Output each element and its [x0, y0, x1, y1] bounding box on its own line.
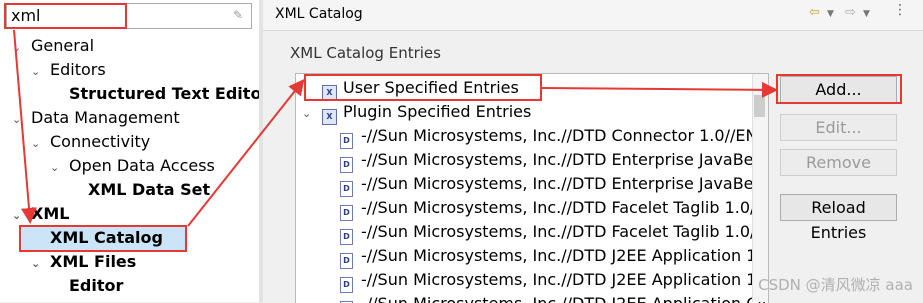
reload-entries-button[interactable]: Reload Entries	[780, 194, 897, 242]
tree-item-label: Structured Text Editors	[69, 84, 279, 103]
tree-item-connectivity[interactable]: ⌄ Connectivity	[31, 131, 150, 153]
back-menu-chevron-down-icon[interactable]: ▼	[827, 9, 834, 19]
catalog-entry-row[interactable]: D -//Sun Microsystems, Inc.//DTD Enterpri…	[296, 148, 769, 173]
catalog-entry-row[interactable]: D -//Sun Microsystems, Inc.//DTD J2EE App…	[296, 244, 769, 269]
tree-item-label: Data Management	[31, 108, 180, 127]
edit-button[interactable]: Edit...	[780, 114, 897, 141]
catalog-entry-row[interactable]: D -//Sun Microsystems, Inc.//DTD J2EE App…	[296, 268, 769, 293]
more-options-icon[interactable]: ⋮	[893, 2, 907, 18]
tree-item-xml-files[interactable]: ⌄ XML Files	[31, 251, 136, 273]
expand-chevron-icon[interactable]: ⌄	[31, 133, 45, 155]
dtd-file-icon: D	[340, 253, 353, 269]
dtd-file-icon: D	[340, 133, 353, 149]
catalog-category-row[interactable]: ⌄ X Plugin Specified Entries	[296, 100, 532, 126]
catalog-entry-label: Plugin Specified Entries	[343, 102, 532, 121]
annotation-box-user-entries	[304, 74, 542, 101]
catalog-entry-row[interactable]: D -//Sun Microsystems, Inc.//DTD Connecto…	[296, 124, 758, 149]
catalog-entry-label: -//Sun Microsystems, Inc.//DTD Enterpris…	[361, 150, 769, 169]
watermark: CSDN @清风微凉 aaa	[758, 276, 913, 294]
tree-item-label: General	[31, 36, 95, 55]
tree-item-label: XML Data Set	[88, 180, 211, 199]
tree-item-label: Open Data Access	[69, 156, 215, 175]
group-title: XML Catalog Entries	[290, 44, 441, 62]
tree-item-xml-data-set[interactable]: XML Data Set	[69, 179, 210, 201]
catalog-entry-label: -//Sun Microsystems, Inc.//DTD Facelet T…	[361, 198, 766, 217]
tree-item-label: XML Files	[50, 252, 137, 271]
catalog-entry-row[interactable]: D-//Sun Microsystems, Inc.//DTD J2EE App…	[296, 292, 766, 303]
forward-menu-chevron-down-icon[interactable]: ▼	[863, 9, 870, 19]
clear-filter-icon[interactable]: ✎	[233, 8, 247, 22]
catalog-folder-icon: X	[322, 109, 337, 125]
annotation-box-filter	[4, 3, 127, 29]
catalog-entry-label: -//Sun Microsystems, Inc.//DTD J2EE Appl…	[361, 246, 769, 265]
tree-item-label: XML	[31, 204, 70, 223]
tree-item-editors[interactable]: ⌄ Editors	[31, 59, 106, 81]
dtd-file-icon: D	[340, 277, 353, 293]
expand-chevron-icon[interactable]: ⌄	[12, 37, 26, 59]
expand-chevron-icon[interactable]: ⌄	[296, 102, 322, 126]
expand-chevron-icon[interactable]: ⌄	[12, 109, 26, 131]
remove-button[interactable]: Remove	[780, 149, 897, 176]
annotation-box-add	[776, 74, 902, 104]
tree-item-data-management[interactable]: ⌄ Data Management	[12, 107, 180, 129]
expand-chevron-icon[interactable]: ⌄	[31, 61, 45, 83]
catalog-entry-label: -//Sun Microsystems, Inc.//DTD Facelet T…	[361, 222, 766, 241]
tree-item-label: Editors	[50, 60, 106, 79]
scrollbar-thumb[interactable]	[754, 95, 765, 117]
dtd-file-icon: D	[340, 229, 353, 245]
page-title: XML Catalog	[275, 6, 363, 22]
catalog-entry-row[interactable]: D -//Sun Microsystems, Inc.//DTD Facelet …	[296, 196, 766, 221]
back-icon[interactable]: ⇦	[809, 5, 820, 20]
catalog-entry-row[interactable]: D -//Sun Microsystems, Inc.//DTD Enterpri…	[296, 172, 769, 197]
dtd-file-icon: D	[340, 181, 353, 197]
catalog-entry-label: -//Sun Microsystems, Inc.//DTD J2EE Appl…	[361, 270, 769, 289]
tree-item-general[interactable]: ⌄ General	[12, 35, 94, 57]
forward-icon[interactable]: ⇨	[845, 5, 856, 20]
dtd-file-icon: D	[340, 205, 353, 221]
catalog-entry-row[interactable]: D -//Sun Microsystems, Inc.//DTD Facelet …	[296, 220, 766, 245]
tree-item-label: Editor	[69, 276, 124, 295]
catalog-entry-label: -//Sun Microsystems, Inc.//DTD Enterpris…	[361, 174, 769, 193]
tree-item-xml[interactable]: ⌄ XML	[12, 203, 69, 225]
catalog-entry-label: -//Sun Microsystems, Inc.//DTD Connector…	[361, 126, 758, 145]
expand-chevron-icon[interactable]: ⌄	[50, 157, 64, 179]
dtd-file-icon: D	[340, 157, 353, 173]
tree-item-label: Connectivity	[50, 132, 151, 151]
catalog-entries-tree[interactable]: X User Specified Entries ⌄ X Plugin Specifie…	[295, 73, 769, 303]
annotation-box-xml-catalog	[19, 225, 187, 252]
tree-item-structured-text-editors[interactable]: Structured Text Editors	[50, 83, 279, 105]
page-header: XML Catalog ⇦ ▼ ⇨ ▼ ⋮	[263, 0, 923, 31]
tree-item-editor[interactable]: Editor	[50, 275, 123, 297]
expand-chevron-icon[interactable]: ⌄	[12, 205, 26, 227]
preferences-tree-pane: xml ✎ ⌄ General ⌄ Editors Structured Text Ed…	[0, 0, 279, 302]
expand-chevron-icon[interactable]: ⌄	[31, 253, 45, 275]
tree-item-open-data-access[interactable]: ⌄ Open Data Access	[50, 155, 215, 177]
